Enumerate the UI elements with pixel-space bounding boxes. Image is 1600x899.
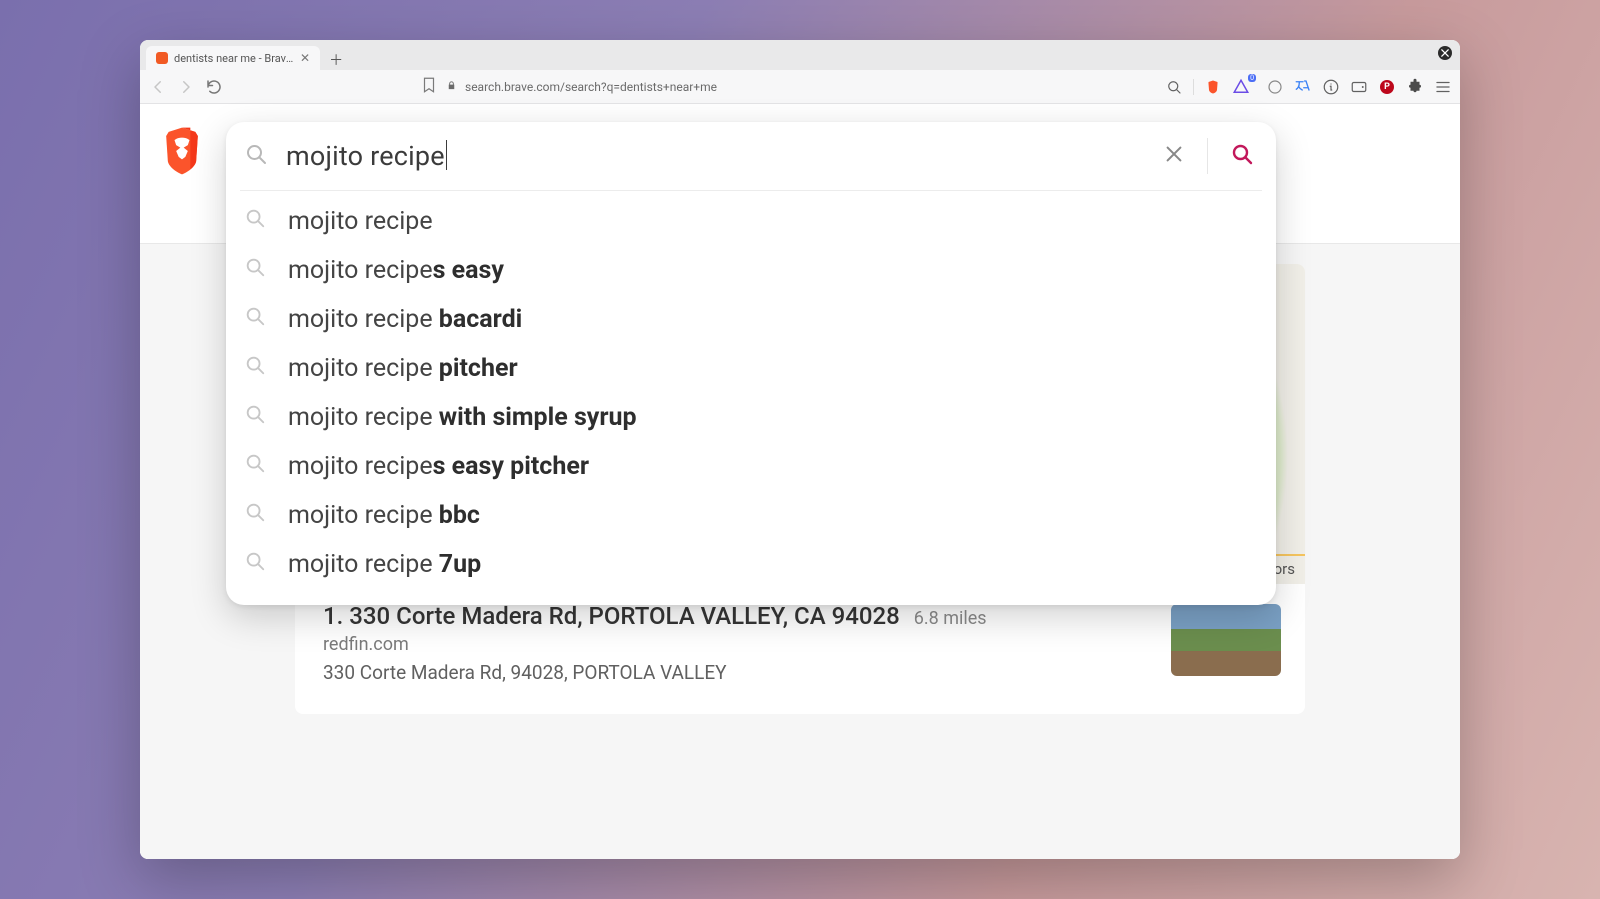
suggestion-text: mojito recipe bacardi <box>288 305 522 334</box>
wallet-icon[interactable] <box>1350 78 1368 96</box>
suggestion-prefix: mojito recipe <box>288 550 439 579</box>
toolbar-right: P <box>1266 78 1452 96</box>
toolbar: search.brave.com/search?q=dentists+near+… <box>140 70 1460 104</box>
search-input[interactable]: mojito recipe <box>286 140 1163 173</box>
separator <box>1207 138 1208 174</box>
suggestion-prefix: mojito recipe <box>288 354 439 383</box>
clear-search-button[interactable] <box>1163 143 1185 169</box>
info-icon[interactable] <box>1322 78 1340 96</box>
tab-title: dentists near me - Brave Search <box>174 52 294 65</box>
search-icon <box>244 550 266 579</box>
result-title: 1. 330 Corte Madera Rd, PORTOLA VALLEY, … <box>323 602 900 630</box>
search-row: mojito recipe <box>226 122 1276 190</box>
suggestion-bold: pitcher <box>439 354 518 383</box>
suggestion-prefix: mojito recipe <box>288 207 433 236</box>
reload-icon <box>205 78 223 96</box>
zoom-icon[interactable] <box>1165 78 1183 96</box>
result-address: 330 Corte Madera Rd, 94028, PORTOLA VALL… <box>323 661 1277 684</box>
arrow-left-icon <box>149 78 167 96</box>
brave-shield-icon[interactable] <box>1204 78 1222 96</box>
search-submit-button[interactable] <box>1230 142 1254 170</box>
suggestion-bold: s easy <box>433 256 504 285</box>
suggestion-bold: s easy pitcher <box>433 452 589 481</box>
suggestion-prefix: mojito recipe <box>288 305 439 334</box>
search-icon <box>244 354 266 383</box>
suggestion-prefix: mojito recipe <box>288 452 433 481</box>
search-autocomplete: mojito recipe mojito recipemojito recipe… <box>226 122 1276 605</box>
new-tab-button[interactable]: ＋ <box>326 50 346 70</box>
arrow-right-icon <box>177 78 195 96</box>
tab-strip: dentists near me - Brave Search ✕ ＋ <box>140 40 1460 70</box>
suggestion-prefix: mojito recipe <box>288 403 439 432</box>
search-icon <box>244 256 266 285</box>
extensions-puzzle-icon[interactable] <box>1406 78 1424 96</box>
tab-close-icon[interactable]: ✕ <box>300 52 310 64</box>
search-icon <box>244 305 266 334</box>
extension-generic-icon[interactable] <box>1266 78 1284 96</box>
search-input-value: mojito recipe <box>286 140 445 172</box>
suggestion-item[interactable]: mojito recipe pitcher <box>226 344 1276 393</box>
suggestion-text: mojito recipes easy <box>288 256 504 285</box>
pinterest-icon[interactable]: P <box>1378 78 1396 96</box>
lock-icon <box>446 80 457 94</box>
text-cursor <box>446 140 447 170</box>
menu-icon[interactable] <box>1434 78 1452 96</box>
browser-window: dentists near me - Brave Search ✕ ＋ sear… <box>140 40 1460 859</box>
suggestion-prefix: mojito recipe <box>288 501 439 530</box>
separator <box>1193 79 1194 95</box>
rewards-badge: 0 <box>1248 74 1256 82</box>
translate-icon[interactable] <box>1294 78 1312 96</box>
suggestion-bold: bbc <box>439 501 480 530</box>
search-icon <box>244 501 266 530</box>
result-domain: redfin.com <box>323 634 1277 655</box>
suggestion-list: mojito recipemojito recipes easymojito r… <box>226 191 1276 595</box>
suggestion-item[interactable]: mojito recipes easy <box>226 246 1276 295</box>
suggestion-prefix: mojito recipe <box>288 256 433 285</box>
nav-back-button[interactable] <box>148 77 168 97</box>
window-close-button[interactable] <box>1438 46 1452 60</box>
url-bar[interactable]: search.brave.com/search?q=dentists+near+… <box>232 74 1258 100</box>
suggestion-text: mojito recipe 7up <box>288 550 481 579</box>
suggestion-text: mojito recipe with simple syrup <box>288 403 637 432</box>
brave-logo-icon[interactable] <box>162 126 202 176</box>
suggestion-text: mojito recipe bbc <box>288 501 480 530</box>
suggestion-item[interactable]: mojito recipes easy pitcher <box>226 442 1276 491</box>
search-icon <box>244 207 266 236</box>
suggestion-item[interactable]: mojito recipe bbc <box>226 491 1276 540</box>
suggestion-item[interactable]: mojito recipe 7up <box>226 540 1276 589</box>
brave-favicon-icon <box>156 52 168 64</box>
search-icon <box>244 452 266 481</box>
suggestion-bold: 7up <box>439 550 481 579</box>
result-thumbnail <box>1171 604 1281 676</box>
search-icon <box>244 403 266 432</box>
suggestion-item[interactable]: mojito recipe bacardi <box>226 295 1276 344</box>
suggestion-bold: with simple syrup <box>439 403 637 432</box>
suggestion-text: mojito recipe <box>288 207 433 236</box>
suggestion-item[interactable]: mojito recipe <box>226 197 1276 246</box>
suggestion-bold: bacardi <box>439 305 522 334</box>
suggestion-item[interactable]: mojito recipe with simple syrup <box>226 393 1276 442</box>
search-icon <box>244 142 268 170</box>
brave-rewards-icon[interactable]: 0 <box>1232 78 1250 96</box>
result-distance: 6.8 miles <box>914 608 987 629</box>
page-content: Portola Valley 280 Leaflet | © Stadia Ma… <box>140 104 1460 859</box>
suggestion-text: mojito recipes easy pitcher <box>288 452 589 481</box>
bookmark-outline-icon[interactable] <box>420 76 438 97</box>
nav-forward-button[interactable] <box>176 77 196 97</box>
search-actions <box>1163 138 1254 174</box>
url-text: search.brave.com/search?q=dentists+near+… <box>465 80 717 94</box>
tab-active[interactable]: dentists near me - Brave Search ✕ <box>146 46 320 70</box>
nav-reload-button[interactable] <box>204 77 224 97</box>
suggestion-text: mojito recipe pitcher <box>288 354 518 383</box>
